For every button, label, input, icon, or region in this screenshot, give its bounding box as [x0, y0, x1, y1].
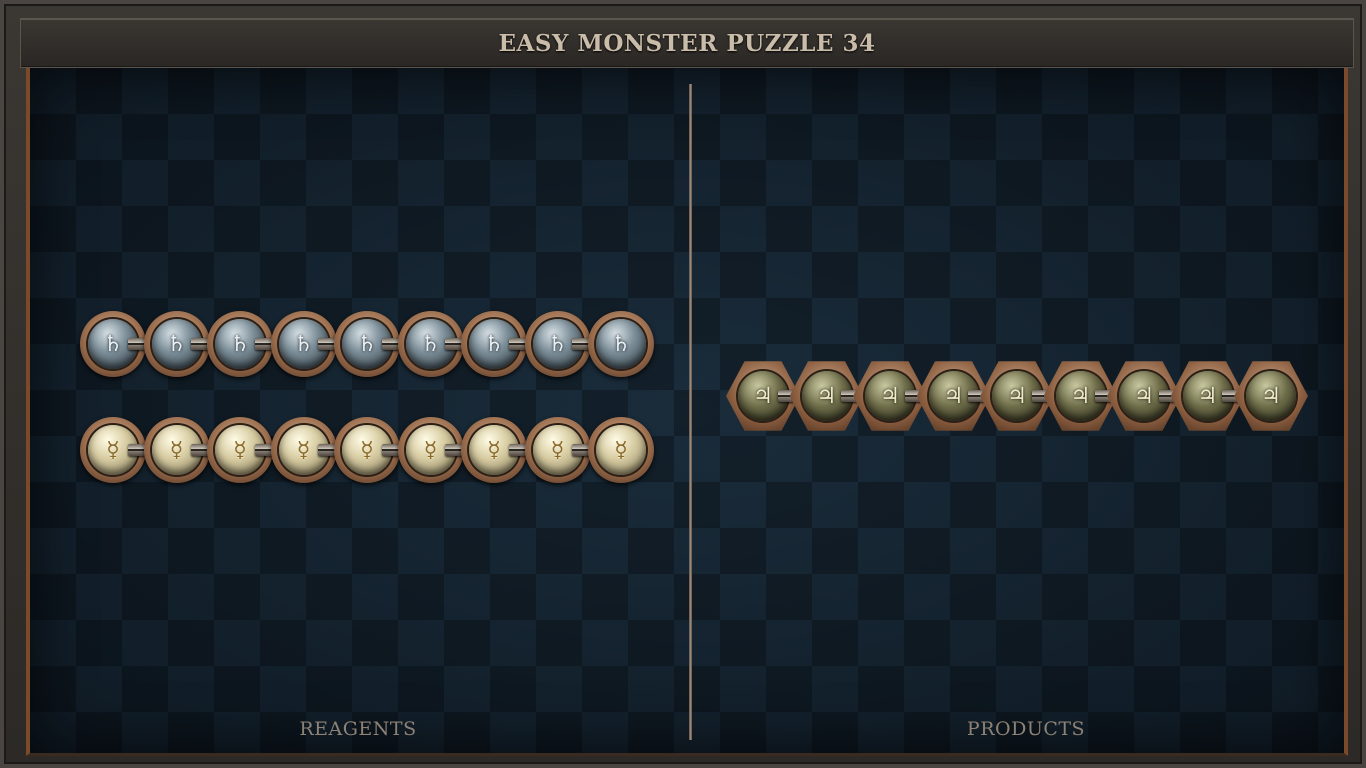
reagents-label: REAGENTS	[299, 718, 417, 740]
puzzle-title-bar: EASY MONSTER PUZZLE 34	[20, 18, 1354, 68]
atom-socket: ☿	[588, 417, 654, 483]
game-window-frame: EASY MONSTER PUZZLE 34 ♄ ♄ ♄ ♄ ♄ ♄ ♄ ♄ ♄ ☿ ☿ ☿ ☿ ☿ ☿ ☿…	[0, 0, 1366, 768]
saturn-atom-icon[interactable]: ♄	[596, 319, 646, 369]
jupiter-atom-icon[interactable]: ♃	[1246, 371, 1296, 421]
puzzle-title: EASY MONSTER PUZZLE 34	[498, 29, 876, 57]
panel-divider	[689, 84, 692, 740]
puzzle-board: ♄ ♄ ♄ ♄ ♄ ♄ ♄ ♄ ♄ ☿ ☿ ☿ ☿ ☿ ☿ ☿ ☿ ☿ REAGENTS ♃ ♃ ♃ ♃ ♃ ♃ ♃ ♃ ♃ P…	[26, 68, 1348, 756]
reagent-molecule-saturn[interactable]: ♄ ♄ ♄ ♄ ♄ ♄ ♄ ♄ ♄	[80, 311, 654, 377]
product-molecule-jupiter[interactable]: ♃ ♃ ♃ ♃ ♃ ♃ ♃ ♃ ♃	[726, 361, 1308, 431]
reagent-molecule-mercury[interactable]: ☿ ☿ ☿ ☿ ☿ ☿ ☿ ☿ ☿	[80, 417, 654, 483]
mercury-atom-icon[interactable]: ☿	[596, 425, 646, 475]
products-label: PRODUCTS	[966, 718, 1086, 740]
atom-socket: ♄	[588, 311, 654, 377]
atom-socket: ♃	[1234, 361, 1308, 431]
